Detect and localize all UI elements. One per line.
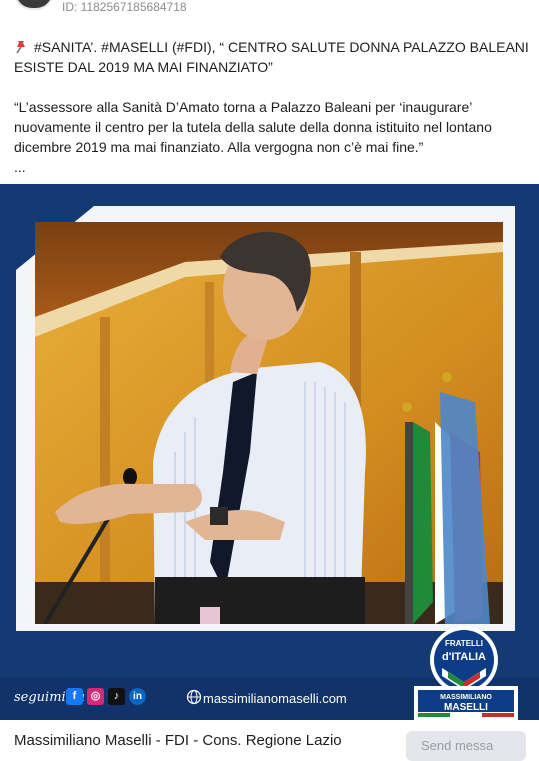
post-image[interactable]: seguimi su f ◎ ♪ in massimilianomaselli.… — [0, 184, 539, 720]
headline-text: #SANITA’. #MASELLI (#FDI), “ CENTRO SALU… — [14, 39, 529, 75]
linkedin-icon: in — [129, 688, 146, 705]
page-name-link[interactable]: Massimiliano Maselli - FDI - Cons. Regio… — [14, 732, 342, 749]
svg-text:FRATELLI: FRATELLI — [445, 639, 483, 648]
instagram-icon: ◎ — [87, 688, 104, 705]
facebook-icon: f — [66, 688, 83, 705]
post-quote: “L’assessore alla Sanità D’Amato torna a… — [14, 99, 492, 155]
svg-text:d'ITALIA: d'ITALIA — [442, 651, 486, 663]
fdi-logo-graphic: FRATELLI d'ITALIA MASSIMILIANO MASELLI — [414, 626, 518, 720]
speaker-illustration — [35, 222, 503, 624]
post-headline: #SANITA’. #MASELLI (#FDI), “ CENTRO SALU… — [14, 37, 529, 77]
speaker-photo — [35, 222, 503, 624]
send-message-button[interactable]: Send messa — [406, 731, 526, 761]
pushpin-icon — [16, 41, 25, 54]
fdi-logo: FRATELLI d'ITALIA MASSIMILIANO MASELLI — [412, 624, 520, 720]
tiktok-icon: ♪ — [108, 688, 125, 705]
svg-text:MASSIMILIANO: MASSIMILIANO — [440, 694, 492, 701]
website-text: massimilianomaselli.com — [203, 691, 347, 706]
svg-text:MASELLI: MASELLI — [444, 702, 488, 713]
post-header: ID: 1182567185684718 — [0, 0, 539, 16]
see-more-link[interactable]: ... — [14, 158, 26, 176]
globe-icon — [186, 689, 202, 705]
post-id: ID: 1182567185684718 — [62, 0, 187, 14]
avatar[interactable] — [14, 0, 54, 10]
